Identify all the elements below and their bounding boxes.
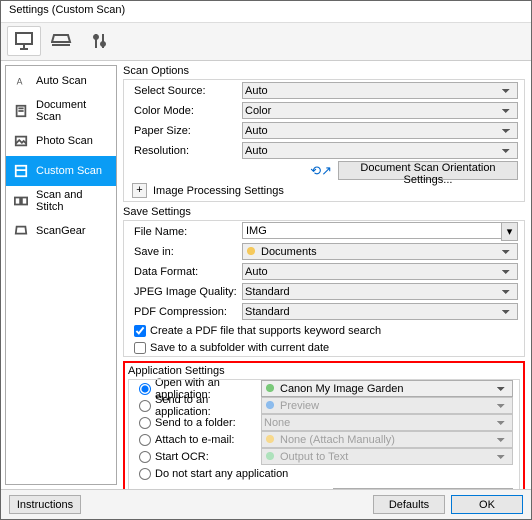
select-source-label: Select Source:	[124, 85, 242, 97]
subfolder-checkbox[interactable]	[134, 342, 146, 354]
pdf-keyword-label: Create a PDF file that supports keyword …	[150, 325, 381, 337]
sidebar-item-scan-stitch[interactable]: Scan and Stitch	[6, 186, 116, 216]
do-not-start-radio[interactable]	[139, 468, 151, 480]
app-settings-label: Application Settings	[128, 365, 520, 377]
data-format-label: Data Format:	[124, 266, 242, 278]
save-in-label: Save in:	[124, 246, 242, 258]
jpeg-quality-label: JPEG Image Quality:	[124, 286, 242, 298]
more-functions-button[interactable]: More Functions	[333, 488, 513, 489]
select-source-dropdown[interactable]: Auto	[242, 82, 518, 99]
file-name-dropdown-button[interactable]: ▾	[501, 222, 518, 241]
save-settings-group: Save Settings File Name: ▾ Save in: Docu…	[123, 206, 525, 357]
color-mode-label: Color Mode:	[124, 105, 242, 117]
auto-icon: A	[14, 74, 28, 88]
application-settings-group: Application Settings Open with an applic…	[123, 361, 525, 489]
start-ocr-dropdown[interactable]: Output to Text	[261, 448, 513, 465]
save-in-dropdown[interactable]: Documents	[242, 243, 518, 260]
send-folder-label: Send to a folder:	[155, 417, 236, 429]
footer: Instructions Defaults OK	[1, 489, 531, 519]
scan-options-label: Scan Options	[123, 65, 525, 77]
reset-icon[interactable]: ⟲↗	[310, 163, 332, 179]
send-app-dropdown[interactable]: Preview	[261, 397, 513, 414]
sidebar-item-auto-scan[interactable]: A Auto Scan	[6, 66, 116, 96]
custom-icon	[14, 164, 28, 178]
photo-icon	[14, 134, 28, 148]
file-name-label: File Name:	[124, 226, 242, 238]
doc-orientation-button[interactable]: Document Scan Orientation Settings...	[338, 161, 518, 180]
toolbar-scan-from-panel[interactable]	[45, 26, 79, 56]
send-app-label: Send to an application:	[155, 394, 257, 418]
sidebar-item-label: Document Scan	[36, 99, 108, 123]
scan-options-group: Scan Options Select Source: Auto Color M…	[123, 65, 525, 202]
document-icon	[14, 104, 28, 118]
resolution-dropdown[interactable]: Auto	[242, 142, 518, 159]
image-processing-label: Image Processing Settings	[153, 185, 284, 197]
resolution-label: Resolution:	[124, 145, 242, 157]
paper-size-dropdown[interactable]: Auto	[242, 122, 518, 139]
do-not-start-label: Do not start any application	[155, 468, 288, 480]
sidebar-item-custom-scan[interactable]: Custom Scan	[6, 156, 116, 186]
tools-icon	[89, 32, 111, 50]
attach-email-label: Attach to e-mail:	[155, 434, 234, 446]
monitor-icon	[13, 32, 35, 50]
start-ocr-radio[interactable]	[139, 451, 151, 463]
pdf-compression-dropdown[interactable]: Standard	[242, 303, 518, 320]
content-pane: Scan Options Select Source: Auto Color M…	[117, 61, 531, 489]
sidebar-item-label: ScanGear	[36, 225, 86, 237]
jpeg-quality-dropdown[interactable]: Standard	[242, 283, 518, 300]
send-folder-radio[interactable]	[139, 417, 151, 429]
defaults-button[interactable]: Defaults	[373, 495, 445, 514]
start-ocr-label: Start OCR:	[155, 451, 209, 463]
scangear-icon	[14, 224, 28, 238]
toolbar-scan-from-computer[interactable]	[7, 26, 41, 56]
svg-text:A: A	[17, 77, 23, 87]
titlebar: Settings (Custom Scan)	[1, 1, 531, 23]
expand-image-processing[interactable]: +	[132, 183, 147, 198]
stitch-icon	[14, 194, 28, 208]
toolbar-general-settings[interactable]	[83, 26, 117, 56]
sidebar-item-label: Auto Scan	[36, 75, 87, 87]
send-app-radio[interactable]	[139, 400, 151, 412]
instructions-button[interactable]: Instructions	[9, 495, 81, 514]
color-mode-dropdown[interactable]: Color	[242, 102, 518, 119]
data-format-dropdown[interactable]: Auto	[242, 263, 518, 280]
ok-button[interactable]: OK	[451, 495, 523, 514]
sidebar-item-label: Scan and Stitch	[36, 189, 108, 213]
pdf-keyword-checkbox[interactable]	[134, 325, 146, 337]
sidebar-item-photo-scan[interactable]: Photo Scan	[6, 126, 116, 156]
window-title: Settings (Custom Scan)	[9, 4, 125, 16]
open-app-dropdown[interactable]: Canon My Image Garden	[261, 380, 513, 397]
file-name-input[interactable]	[242, 222, 502, 239]
pdf-compression-label: PDF Compression:	[124, 306, 242, 318]
sidebar-item-scangear[interactable]: ScanGear	[6, 216, 116, 246]
sidebar-item-document-scan[interactable]: Document Scan	[6, 96, 116, 126]
paper-size-label: Paper Size:	[124, 125, 242, 137]
attach-email-dropdown[interactable]: None (Attach Manually)	[261, 431, 513, 448]
scanner-icon	[51, 32, 73, 50]
toolbar	[1, 23, 531, 61]
send-folder-dropdown[interactable]: None	[261, 414, 513, 431]
save-settings-label: Save Settings	[123, 206, 525, 218]
attach-email-radio[interactable]	[139, 434, 151, 446]
subfolder-label: Save to a subfolder with current date	[150, 342, 329, 354]
settings-window: Settings (Custom Scan) A Auto Scan Docum…	[0, 0, 532, 520]
sidebar-item-label: Custom Scan	[36, 165, 102, 177]
sidebar: A Auto Scan Document Scan Photo Scan Cus…	[5, 65, 117, 485]
sidebar-item-label: Photo Scan	[36, 135, 93, 147]
